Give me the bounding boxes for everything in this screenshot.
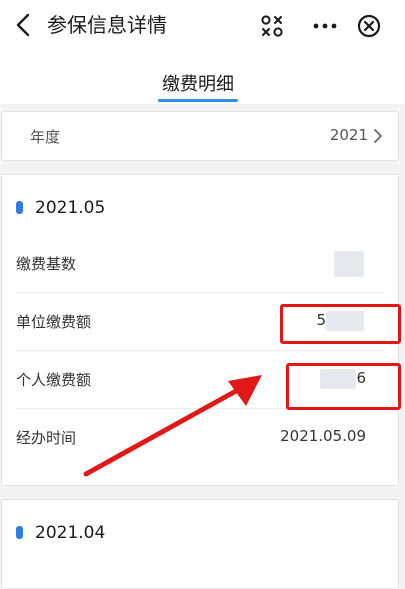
tab-bar: 缴费明细 (0, 52, 405, 104)
year-label: 年度 (30, 128, 61, 146)
month-marker (16, 526, 23, 539)
field-row-time: 经办时间 2021.05.09 (2, 409, 398, 467)
chevron-right-icon (374, 129, 382, 143)
redacted-value (334, 251, 364, 277)
field-value: 2021.05.09 (280, 427, 366, 445)
field-row-base: 缴费基数 (2, 235, 398, 293)
tab-active-indicator (158, 99, 238, 102)
record-month: 2021.05 (35, 198, 106, 218)
field-label: 个人缴费额 (16, 371, 92, 389)
more-icon[interactable] (312, 14, 338, 38)
tab-label: 缴费明细 (162, 74, 234, 95)
field-label: 缴费基数 (16, 255, 77, 273)
payment-record-card: 2021.04 (1, 499, 399, 589)
field-label: 经办时间 (16, 429, 77, 447)
page-title: 参保信息详情 (47, 13, 167, 37)
nav-bar: 参保信息详情 (0, 0, 405, 52)
year-selector[interactable]: 年度 2021 (1, 111, 399, 161)
record-month: 2021.04 (35, 523, 106, 543)
close-circle-icon[interactable] (357, 14, 381, 38)
chevron-left-icon[interactable] (12, 12, 36, 38)
annotation-highlight-box (280, 304, 401, 344)
tab-payment-details[interactable]: 缴费明细 (150, 72, 246, 102)
scan-icon[interactable] (260, 14, 284, 38)
year-value: 2021 (329, 126, 368, 144)
month-marker (16, 201, 23, 214)
field-label: 单位缴费额 (16, 313, 92, 331)
annotation-highlight-box (286, 363, 401, 410)
